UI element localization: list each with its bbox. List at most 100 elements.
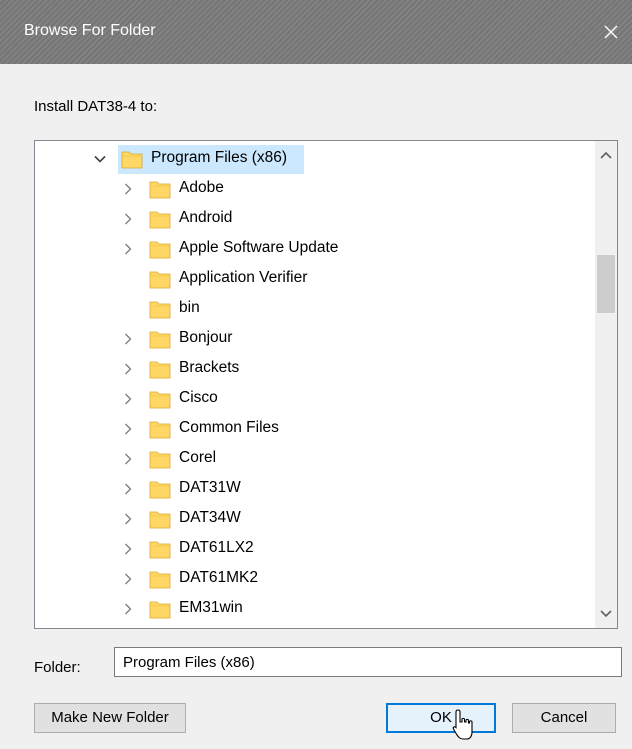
mouse-cursor-icon	[451, 709, 475, 745]
chevron-right-icon[interactable]	[121, 542, 135, 556]
instruction-text: Install DAT38-4 to:	[34, 98, 158, 115]
chevron-right-icon[interactable]	[121, 572, 135, 586]
folder-icon	[149, 388, 171, 410]
tree-item-label: Corel	[179, 449, 217, 466]
tree-item-label: Brackets	[179, 359, 240, 376]
tree-item-label: DAT61MK2	[179, 569, 258, 586]
tree-item-label: Application Verifier	[179, 269, 308, 286]
chevron-right-icon[interactable]	[121, 242, 135, 256]
chevron-right-icon[interactable]	[121, 422, 135, 436]
folder-icon	[149, 628, 171, 629]
tree-item[interactable]: DAT61LX2	[35, 534, 595, 564]
folder-icon	[149, 538, 171, 560]
chevron-right-icon[interactable]	[121, 212, 135, 226]
tree-item-label: DAT61LX2	[179, 539, 254, 556]
folder-icon	[149, 208, 171, 230]
folder-tree[interactable]: Program Files (x86) Adobe Android Apple Sof…	[34, 140, 618, 629]
folder-icon	[149, 478, 171, 500]
folder-icon	[149, 571, 171, 589]
folder-icon	[149, 358, 171, 380]
close-button[interactable]	[596, 14, 626, 50]
tree-item-label: Adobe	[179, 179, 224, 196]
tree-item-label: Apple Software Update	[179, 239, 339, 256]
folder-icon	[149, 511, 171, 529]
chevron-right-icon[interactable]	[121, 452, 135, 466]
window-title: Browse For Folder	[24, 22, 156, 39]
tree-item[interactable]: Corel	[35, 444, 595, 474]
folder-icon	[149, 598, 171, 620]
tree-item-label: bin	[179, 299, 200, 316]
chevron-right-icon[interactable]	[121, 512, 135, 526]
folder-icon	[149, 391, 171, 409]
folder-icon	[149, 301, 171, 319]
folder-icon	[149, 331, 171, 349]
tree-item[interactable]: Apple Software Update	[35, 234, 595, 264]
folder-icon	[149, 418, 171, 440]
make-new-folder-button[interactable]: Make New Folder	[34, 703, 186, 733]
tree-item-partial[interactable]	[35, 624, 595, 629]
chevron-right-icon[interactable]	[121, 482, 135, 496]
folder-icon	[149, 238, 171, 260]
chevron-right-icon[interactable]	[121, 362, 135, 376]
scroll-up-button[interactable]	[595, 145, 617, 167]
tree-item-label: EM31win	[179, 599, 243, 616]
folder-icon	[149, 568, 171, 590]
folder-field-label: Folder:	[34, 659, 81, 676]
folder-icon	[149, 328, 171, 350]
folder-icon	[121, 151, 143, 169]
folder-icon	[149, 178, 171, 200]
tree-item[interactable]: Adobe	[35, 174, 595, 204]
tree-item-label: Bonjour	[179, 329, 233, 346]
tree-item[interactable]: Android	[35, 204, 595, 234]
tree-item-label: Common Files	[179, 419, 279, 436]
folder-icon	[149, 241, 171, 259]
folder-icon	[149, 481, 171, 499]
tree-item[interactable]: EM31win	[35, 594, 595, 624]
vertical-scrollbar[interactable]	[595, 141, 617, 628]
folder-icon	[149, 211, 171, 229]
folder-icon	[149, 628, 171, 629]
tree-item-label: Program Files (x86)	[151, 149, 288, 166]
tree-item-label: Android	[179, 209, 233, 226]
folder-icon	[149, 451, 171, 469]
tree-item[interactable]: Common Files	[35, 414, 595, 444]
ok-button[interactable]: OK	[386, 703, 496, 733]
chevron-up-icon	[600, 151, 612, 159]
scroll-down-button[interactable]	[595, 602, 617, 624]
chevron-right-icon[interactable]	[121, 392, 135, 406]
tree-item[interactable]: DAT34W	[35, 504, 595, 534]
folder-icon	[149, 268, 171, 290]
folder-icon	[149, 271, 171, 289]
folder-icon	[149, 181, 171, 199]
folder-icon	[149, 448, 171, 470]
scrollbar-thumb[interactable]	[597, 255, 615, 313]
tree-item[interactable]: bin	[35, 294, 595, 324]
folder-icon	[149, 508, 171, 530]
folder-icon	[149, 361, 171, 379]
chevron-down-icon	[600, 610, 612, 618]
close-icon	[604, 25, 618, 39]
tree-item-label: DAT31W	[179, 479, 241, 496]
folder-icon	[149, 601, 171, 619]
title-bar[interactable]: Browse For Folder	[0, 0, 632, 64]
chevron-right-icon[interactable]	[121, 602, 135, 616]
tree-item[interactable]: Cisco	[35, 384, 595, 414]
tree-item[interactable]: Program Files (x86)	[35, 144, 595, 174]
chevron-right-icon[interactable]	[121, 182, 135, 196]
tree-item-label: DAT34W	[179, 509, 241, 526]
tree-item[interactable]: Bonjour	[35, 324, 595, 354]
chevron-down-icon[interactable]	[93, 152, 107, 166]
folder-icon	[149, 541, 171, 559]
tree-item[interactable]: DAT61MK2	[35, 564, 595, 594]
folder-icon	[149, 298, 171, 320]
tree-item[interactable]: Application Verifier	[35, 264, 595, 294]
folder-icon	[121, 148, 143, 170]
folder-icon	[149, 421, 171, 439]
browse-for-folder-dialog: Browse For Folder Install DAT38-4 to: Pr…	[0, 0, 632, 749]
tree-item-label: Cisco	[179, 389, 218, 406]
chevron-right-icon[interactable]	[121, 332, 135, 346]
cancel-button[interactable]: Cancel	[512, 703, 616, 733]
folder-input[interactable]	[114, 647, 622, 677]
tree-item[interactable]: DAT31W	[35, 474, 595, 504]
tree-item[interactable]: Brackets	[35, 354, 595, 384]
